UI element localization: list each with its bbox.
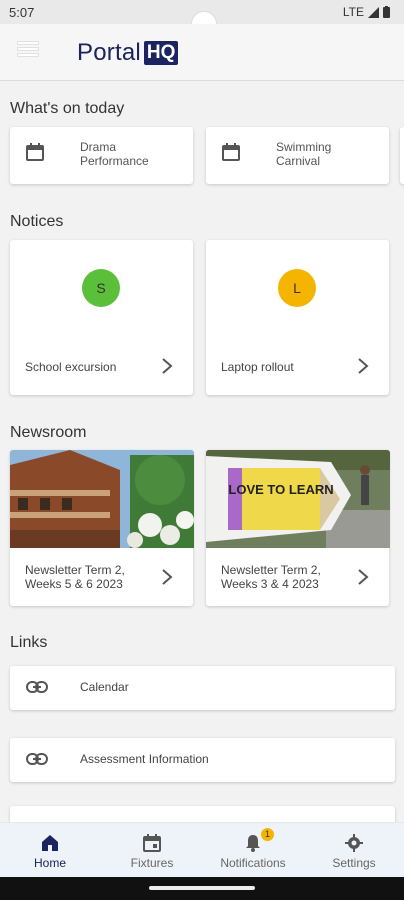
news-image-house — [10, 450, 194, 548]
home-icon — [42, 835, 58, 851]
network-label: LTE — [342, 5, 364, 19]
news-card[interactable]: LOVE TO LEARN Newsletter Term 2, Weeks 3… — [206, 450, 390, 606]
nav-label: Home — [33, 856, 66, 870]
gesture-bar — [0, 877, 404, 900]
calendar-icon — [26, 143, 44, 161]
nav-label: Fixtures — [130, 856, 174, 870]
notice-label: School excursion — [25, 360, 117, 374]
news-card[interactable]: Newsletter Term 2, Weeks 5 & 6 2023 — [10, 450, 194, 606]
status-time: 5:07 — [9, 5, 35, 20]
section-title-notices: Notices — [10, 213, 64, 230]
menu-icon[interactable] — [18, 42, 38, 58]
news-label: Newsletter Term 2, Weeks 5 & 6 2023 — [25, 563, 125, 591]
link-label: Assessment Information — [80, 752, 209, 766]
notice-label: Laptop rollout — [221, 360, 294, 374]
portal-hq-logo: Portal HQ — [77, 39, 179, 67]
nav-home[interactable]: Home — [0, 823, 100, 878]
chevron-right-icon — [358, 358, 369, 374]
calendar-icon — [222, 143, 240, 161]
chevron-right-icon — [358, 569, 369, 585]
section-title-links: Links — [10, 634, 48, 651]
news-image-love-to-learn: LOVE TO LEARN — [206, 450, 390, 548]
section-title-newsroom: Newsroom — [10, 424, 87, 441]
notice-avatar: L — [278, 269, 316, 307]
notice-avatar: S — [82, 269, 120, 307]
bottom-nav: Home Fixtures 1 Notifications Settings — [0, 822, 404, 878]
link-icon — [26, 753, 48, 765]
chevron-right-icon — [162, 569, 173, 585]
logo-box: HQ — [143, 41, 179, 65]
nav-label: Settings — [332, 856, 376, 870]
nav-fixtures[interactable]: Fixtures — [102, 823, 202, 878]
logo-word: Portal — [77, 39, 141, 66]
link-card-assessment[interactable]: Assessment Information — [10, 738, 395, 782]
status-icons: LTE — [343, 5, 390, 19]
battery-icon — [383, 6, 390, 18]
chevron-right-icon — [162, 358, 173, 374]
event-label: Drama Performance — [80, 140, 149, 168]
link-label: Calendar — [80, 680, 129, 694]
event-card-partial[interactable] — [400, 127, 404, 184]
event-card[interactable]: Swimming Carnival — [206, 127, 389, 184]
signal-icon — [368, 6, 379, 18]
home-indicator[interactable] — [149, 886, 255, 890]
notice-card[interactable]: S School excursion — [10, 240, 193, 395]
event-card[interactable]: Drama Performance — [10, 127, 193, 184]
section-title-today: What's on today — [10, 100, 125, 117]
notice-card[interactable]: L Laptop rollout — [206, 240, 389, 395]
event-label: Swimming Carnival — [276, 140, 332, 168]
link-icon — [26, 681, 48, 693]
calendar-icon — [143, 834, 161, 852]
sign-text: LOVE TO LEARN — [228, 482, 333, 497]
notification-badge: 1 — [261, 828, 274, 841]
app-bar: Portal HQ — [0, 24, 404, 81]
bell-icon — [246, 835, 260, 852]
nav-settings[interactable]: Settings — [304, 823, 404, 878]
nav-notifications[interactable]: 1 Notifications — [203, 823, 303, 878]
link-card-calendar[interactable]: Calendar — [10, 666, 395, 710]
nav-label: Notifications — [220, 856, 286, 870]
gear-icon — [345, 834, 363, 852]
news-label: Newsletter Term 2, Weeks 3 & 4 2023 — [221, 563, 321, 591]
